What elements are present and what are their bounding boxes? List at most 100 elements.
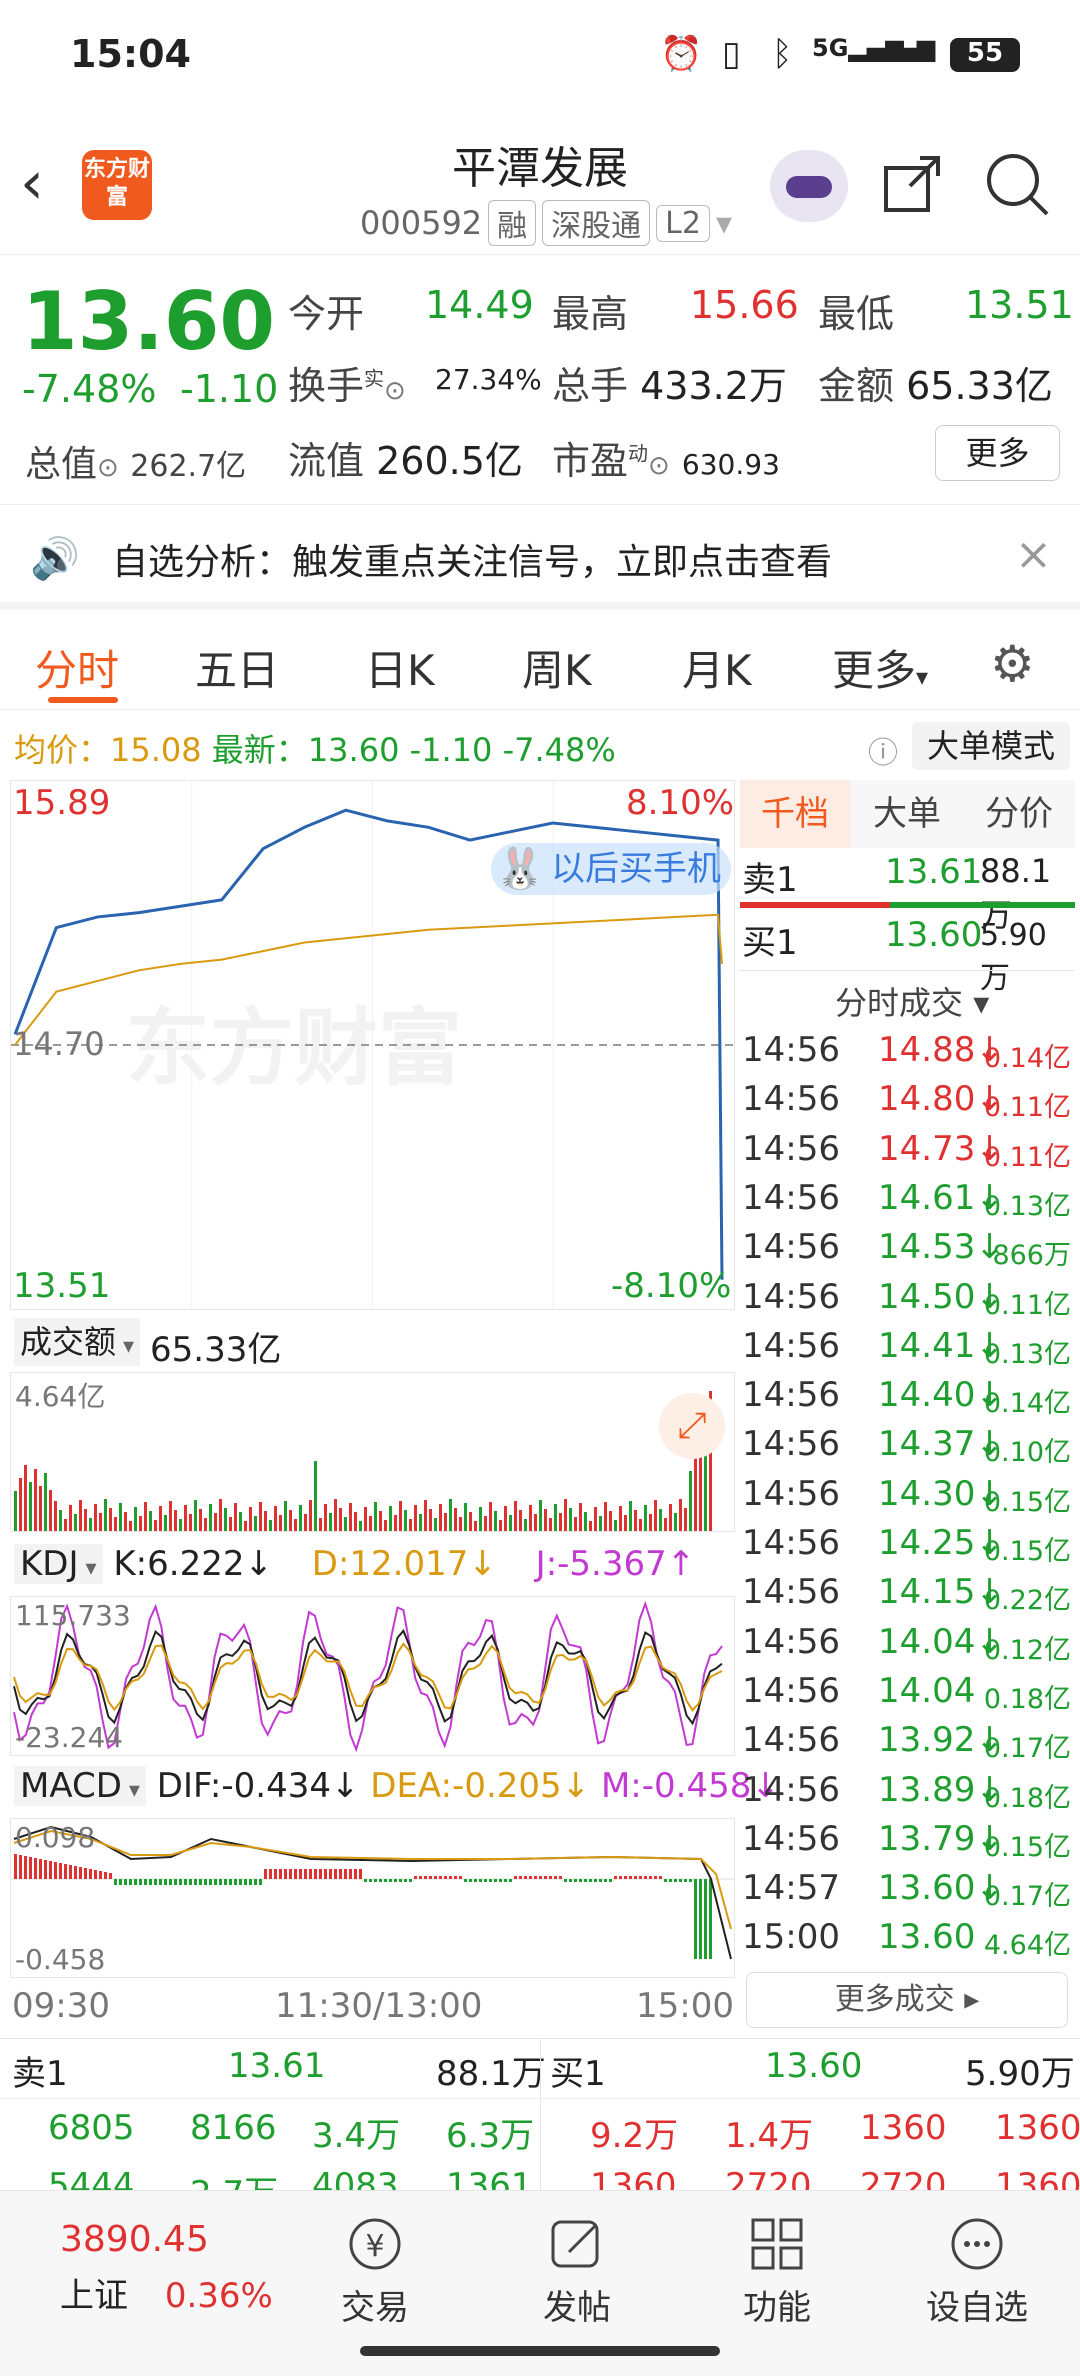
vibrate-icon: ▯ (722, 34, 741, 74)
settings-gear-icon[interactable]: ⚙ (990, 635, 1035, 693)
volume-row: 总手 433.2万 (552, 364, 787, 408)
tab-weekly[interactable]: 周K (522, 637, 592, 698)
bottom-nav: 3890.45 上证 0.36% ¥ 交易 发帖 功能 设自选 (0, 2190, 1080, 2376)
macd-bar (434, 1876, 437, 1879)
nav-post[interactable]: 发帖 (502, 2216, 652, 2329)
nav-functions[interactable]: 功能 (702, 2216, 852, 2329)
macd-bar (179, 1879, 182, 1885)
nav-add-watchlist[interactable]: 设自选 (902, 2216, 1052, 2329)
macd-bar (454, 1876, 457, 1879)
tab-more[interactable]: 更多▾ (832, 637, 928, 698)
nav-trade[interactable]: ¥ 交易 (300, 2216, 450, 2329)
trades-header[interactable]: 分时成交 ▾ (835, 978, 989, 1024)
macd-bar (269, 1869, 272, 1879)
volume-bar (659, 1509, 662, 1531)
macd-bar (394, 1879, 397, 1882)
big-order-mode-button[interactable]: 大单模式 (912, 722, 1070, 770)
volume-selector[interactable]: 成交额 ▾ (14, 1318, 141, 1366)
tab-price-dist[interactable]: 分价 (964, 780, 1074, 848)
macd-bar (374, 1879, 377, 1882)
trade-price: 14.04 (878, 1670, 976, 1711)
tab-depth[interactable]: 千档 (740, 780, 850, 848)
margin-tag: 融 (488, 200, 537, 246)
alert-banner[interactable]: 🔊 自选分析：触发重点关注信号，立即点击查看 × (0, 505, 1080, 610)
volume-bar (609, 1511, 612, 1531)
close-icon[interactable]: × (1015, 529, 1052, 580)
trade-volume: 0.15亿 (983, 1536, 1071, 1567)
promo-bubble[interactable]: 🐰 以后买手机 (491, 843, 731, 895)
kdj-selector[interactable]: KDJ ▾ (14, 1544, 103, 1584)
volume-bar (239, 1512, 242, 1531)
search-icon[interactable] (985, 152, 1051, 222)
more-dots-icon (951, 2218, 1003, 2270)
volume-bar (344, 1517, 347, 1531)
volume-bar (324, 1504, 327, 1531)
tab-5day[interactable]: 五日 (195, 637, 279, 698)
macd-bar (289, 1869, 292, 1879)
macd-bar (464, 1879, 467, 1882)
macd-bar (94, 1870, 97, 1879)
assistant-avatar[interactable] (770, 150, 848, 222)
volume-chart: 4.64亿 ⤢ (10, 1372, 735, 1532)
share-icon[interactable] (880, 152, 944, 220)
volume-bar (64, 1519, 67, 1531)
macd-bar (514, 1876, 517, 1879)
more-button[interactable]: 更多 (935, 425, 1060, 481)
time-mid: 11:30/13:00 (275, 1986, 483, 2026)
index-widget[interactable]: 3890.45 上证 0.36% (60, 2219, 273, 2317)
volume-bar (394, 1515, 397, 1531)
trade-row: 14:56 14.30↓ 0.15亿 (740, 1474, 1075, 1523)
macd-bar (234, 1879, 237, 1885)
macd-bar (124, 1879, 127, 1885)
tab-big-orders[interactable]: 大单 (852, 780, 962, 848)
trade-time: 14:56 (742, 1523, 840, 1563)
help-icon[interactable]: ⓘ (868, 728, 898, 772)
turnover-value: 27.34% (435, 363, 542, 396)
macd-bar (294, 1869, 297, 1879)
volume-bar (179, 1519, 182, 1531)
trade-row: 14:56 14.37↓ 0.10亿 (740, 1424, 1075, 1473)
battery-icon: 55 (950, 38, 1020, 72)
intraday-chart[interactable]: 东方财富 15.89 8.10% 14.70 13.51 -8.10% 🐰 以后… (10, 780, 735, 1310)
macd-bar (639, 1876, 642, 1879)
trade-time: 14:56 (742, 1720, 840, 1761)
macd-bar (99, 1871, 102, 1879)
macd-bar (249, 1879, 252, 1885)
macd-bar (194, 1879, 197, 1885)
float-row: 流值 260.5亿 (288, 439, 523, 483)
tab-monthly[interactable]: 月K (682, 637, 752, 698)
volume-bar (619, 1506, 622, 1531)
macd-bar (649, 1876, 652, 1879)
macd-bar (634, 1876, 637, 1879)
trade-time: 14:56 (742, 1572, 840, 1613)
change-pct: -7.48% (22, 367, 157, 411)
trade-volume: 0.10亿 (983, 1437, 1071, 1469)
more-trades-button[interactable]: 更多成交 ▸ (746, 1972, 1068, 2028)
macd-bar (644, 1876, 647, 1879)
open-label: 今开 (288, 292, 365, 336)
expand-icon[interactable]: ⤢ (659, 1393, 725, 1459)
volume-bar (219, 1499, 222, 1531)
amount-row: 金额 65.33亿 (818, 364, 1053, 408)
macd-bar (424, 1876, 427, 1879)
volume-bar (24, 1465, 27, 1531)
volume-bar (234, 1503, 237, 1531)
volume-bar (124, 1512, 127, 1531)
tab-daily[interactable]: 日K (365, 637, 435, 698)
volume-bar (309, 1500, 312, 1531)
volume-bar (339, 1508, 342, 1531)
macd-bar (244, 1879, 247, 1885)
tab-intraday[interactable]: 分时 (35, 637, 119, 698)
volume-bar (464, 1503, 467, 1531)
volume-bar (214, 1513, 217, 1531)
stock-code-row[interactable]: 000592 融 深股通 L2 ▾ (360, 200, 732, 246)
macd-bar (119, 1879, 122, 1885)
bottom-buy-queue-2: 1360 2720 2720 1360 (590, 2166, 1080, 2190)
macd-min: -0.458 (15, 1943, 106, 1976)
battery-level: 55 (966, 38, 1004, 68)
volume-bar (14, 1491, 17, 1531)
macd-selector[interactable]: MACD ▾ (14, 1766, 146, 1806)
volume-bar (639, 1519, 642, 1531)
trade-volume: 0.12亿 (983, 1634, 1071, 1666)
trade-row: 14:56 14.15↓ 0.22亿 (740, 1572, 1075, 1621)
